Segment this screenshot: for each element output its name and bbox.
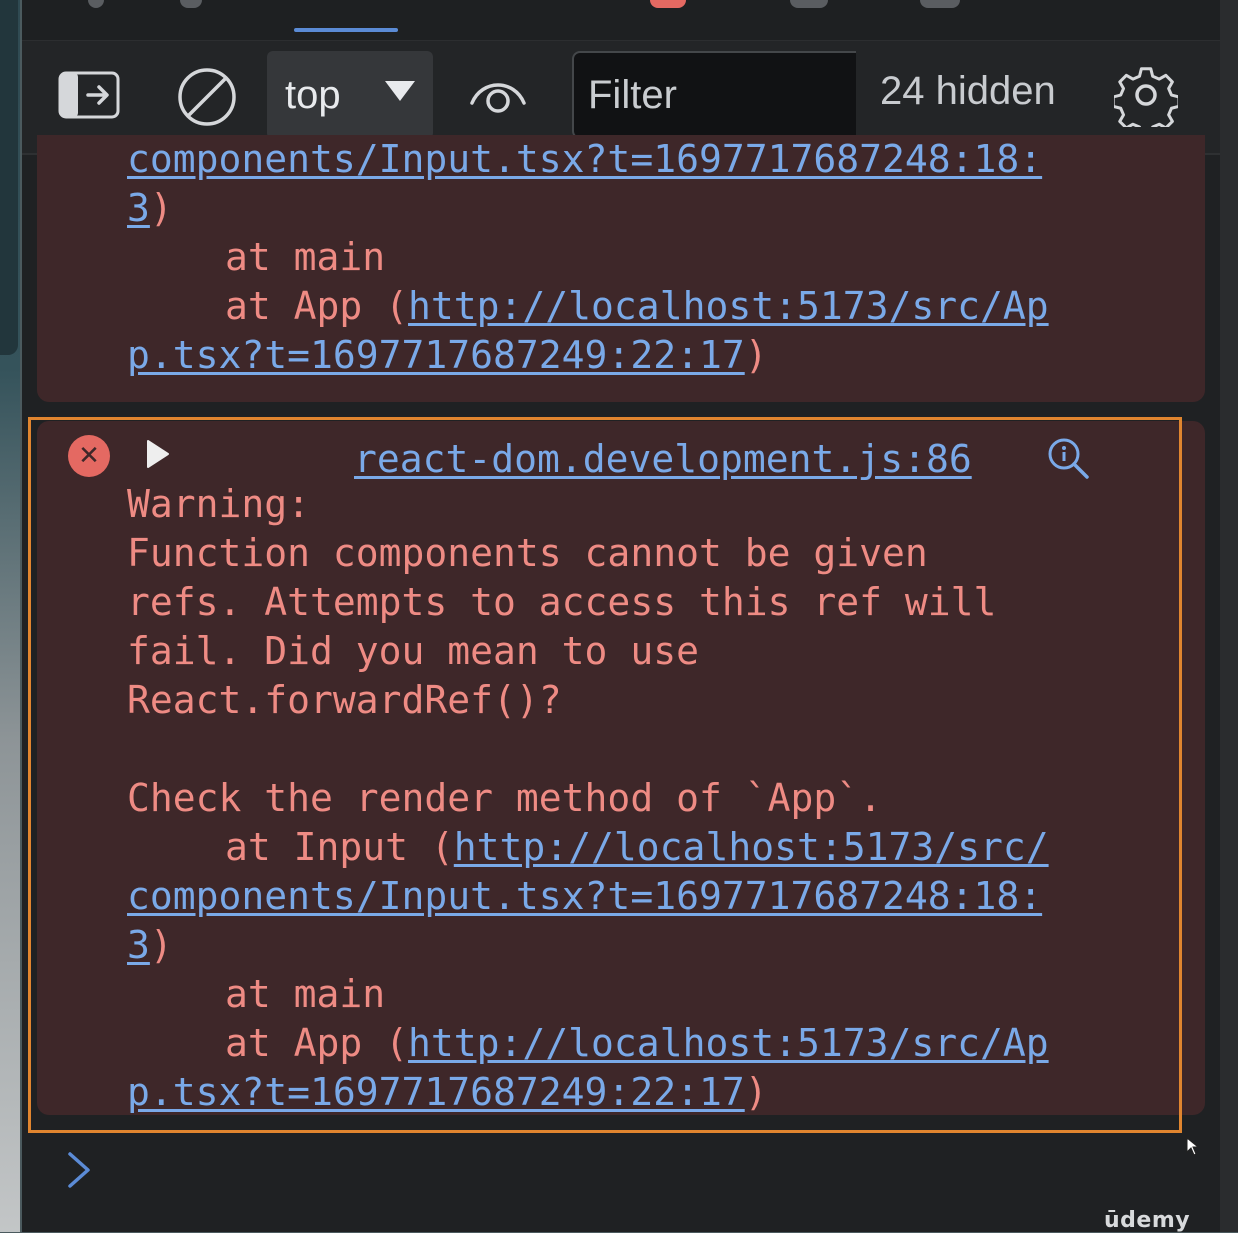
message-line: Check the render method of `App`. (127, 774, 882, 823)
message-line: fail. Did you mean to use (127, 627, 699, 676)
message-text: fail. Did you mean to use (127, 629, 699, 673)
message-text: ) (744, 1070, 768, 1114)
message-text: ) (149, 923, 173, 967)
message-text: at main (225, 972, 386, 1016)
message-line: Function components cannot be given (127, 529, 928, 578)
source-link[interactable]: 3 (127, 186, 150, 230)
message-line: at Input (http://localhost:5173/src/ (127, 823, 1049, 872)
message-line: 3) (127, 921, 173, 970)
source-link[interactable]: http://localhost:5173/src/ (454, 825, 1049, 869)
message-text: at App ( (225, 284, 409, 328)
console-prompt-icon[interactable] (64, 1151, 94, 1189)
source-link[interactable]: p.tsx?t=1697717687249:22:17 (127, 1070, 745, 1114)
message-line: refs. Attempts to access this ref will (127, 578, 996, 627)
message-text: Check the render method of `App`. (127, 776, 882, 820)
gear-icon (1114, 67, 1178, 127)
sidebar-toggle-icon (58, 71, 120, 119)
tab-icon-partial[interactable] (88, 0, 104, 8)
hidden-messages-count: 24 hidden (880, 69, 1056, 113)
active-tab-indicator (294, 28, 398, 32)
console-message-warning[interactable]: ✕ react-dom.development.js:86 Warning: F… (37, 421, 1205, 1115)
tab-icon-partial[interactable] (180, 0, 202, 8)
message-line: at main (127, 970, 385, 1019)
context-selector-value: top (285, 72, 341, 117)
devtools-panel: top 24 hidden components/Input.tsx?t=169… (22, 0, 1220, 1232)
message-text: at App ( (225, 1021, 409, 1065)
toggle-sidebar-button[interactable] (58, 71, 120, 119)
devtools-tab-strip (22, 0, 1220, 41)
scrollbar-track[interactable] (1220, 0, 1238, 1232)
message-text: ) (149, 186, 173, 230)
search-icon[interactable] (1047, 437, 1091, 481)
source-link[interactable]: http://localhost:5173/src/Ap (408, 284, 1049, 328)
filter-input[interactable] (572, 51, 856, 139)
message-text: at main (225, 235, 386, 279)
message-line: components/Input.tsx?t=1697717687248:18: (127, 872, 1042, 921)
expand-triangle-icon[interactable] (145, 439, 171, 469)
error-icon: ✕ (68, 435, 110, 477)
message-text: Function components cannot be given (127, 531, 928, 575)
message-text: ) (744, 333, 768, 377)
mouse-cursor-icon (1186, 1137, 1200, 1156)
message-line: at main (127, 233, 385, 282)
message-line: components/Input.tsx?t=1697717687248:18: (127, 135, 1042, 184)
message-line: 3) (127, 184, 173, 233)
live-expression-button[interactable] (468, 73, 528, 117)
console-message-previous[interactable]: components/Input.tsx?t=1697717687248:18:… (37, 135, 1205, 402)
tab-icon-partial[interactable] (790, 0, 828, 8)
console-messages: components/Input.tsx?t=1697717687248:18:… (22, 135, 1220, 1232)
clear-console-button[interactable] (176, 66, 238, 128)
message-text: refs. Attempts to access this ref will (127, 580, 997, 624)
context-selector[interactable]: top (267, 51, 433, 139)
message-line: p.tsx?t=1697717687249:22:17) (127, 331, 768, 380)
source-location-link[interactable]: react-dom.development.js:86 (354, 435, 972, 484)
message-line: React.forwardRef()? (127, 676, 562, 725)
source-link[interactable]: components/Input.tsx?t=1697717687248:18: (127, 874, 1042, 918)
tab-icon-partial[interactable] (920, 0, 960, 8)
message-text: React.forwardRef()? (127, 678, 562, 722)
eye-icon (470, 83, 526, 113)
chevron-down-icon (385, 81, 415, 101)
source-link[interactable]: p.tsx?t=1697717687249:22:17 (127, 333, 745, 377)
message-line: p.tsx?t=1697717687249:22:17) (127, 1068, 768, 1117)
clear-console-icon (178, 68, 236, 126)
message-text: Warning: (127, 482, 311, 526)
message-line: at App (http://localhost:5173/src/Ap (127, 282, 1049, 331)
message-text: at Input ( (225, 825, 454, 869)
source-link[interactable]: 3 (127, 923, 150, 967)
console-settings-button[interactable] (1114, 63, 1178, 127)
source-link[interactable]: components/Input.tsx?t=1697717687248:18: (127, 137, 1042, 181)
udemy-watermark: ūdemy (1104, 1208, 1191, 1233)
backdrop-strip (0, 0, 20, 1232)
source-link[interactable]: http://localhost:5173/src/Ap (408, 1021, 1049, 1065)
message-line: at App (http://localhost:5173/src/Ap (127, 1019, 1049, 1068)
message-line: Warning: (127, 480, 310, 529)
error-count-badge-partial[interactable] (650, 0, 686, 8)
backdrop-notch (0, 0, 18, 355)
